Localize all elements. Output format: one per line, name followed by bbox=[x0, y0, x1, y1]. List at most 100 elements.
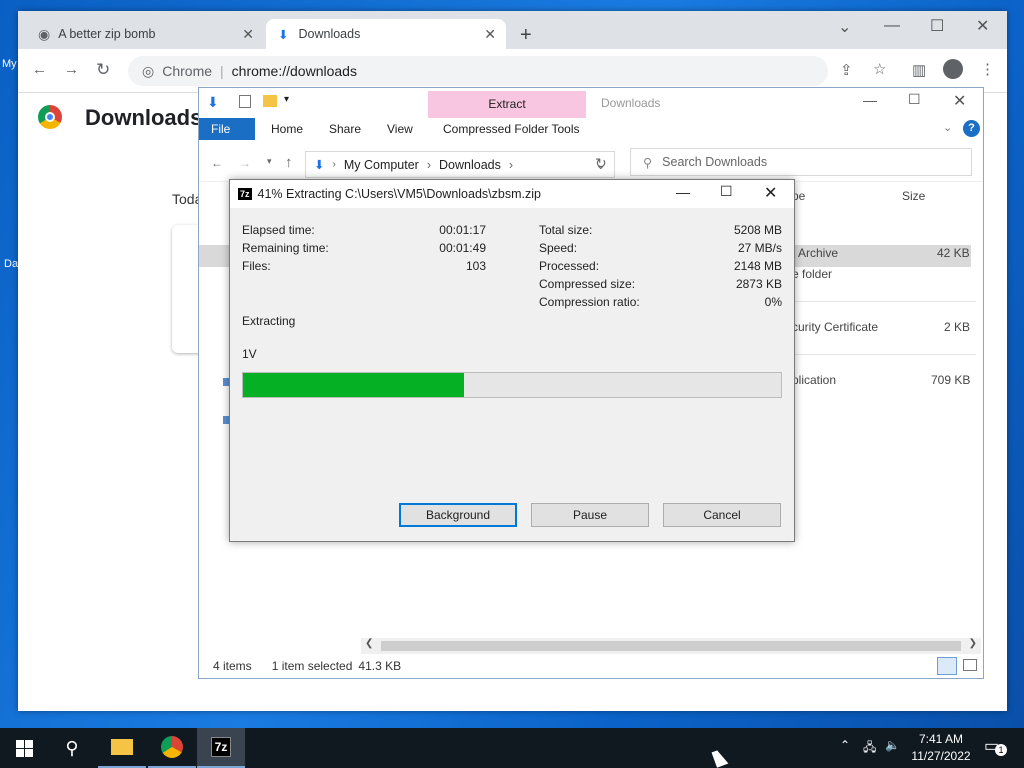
tab-strip: ◉ A better zip bomb ✕ ⬇ Downloads ✕ + ⌄ … bbox=[18, 11, 1007, 49]
compression-ratio-value: 0% bbox=[764, 295, 782, 309]
back-icon[interactable]: ← bbox=[32, 61, 47, 78]
taskbar-file-explorer[interactable] bbox=[98, 728, 146, 768]
close-window-icon[interactable]: ✕ bbox=[953, 91, 966, 111]
site-label: Chrome bbox=[162, 63, 213, 79]
tab-zip-bomb[interactable]: ◉ A better zip bomb ✕ bbox=[26, 19, 264, 49]
download-icon: ⬇ bbox=[278, 27, 289, 42]
bookmark-star-icon[interactable]: ☆ bbox=[873, 60, 886, 78]
clock[interactable]: 7:41 AM 11/27/2022 bbox=[904, 732, 978, 763]
details-view-icon[interactable] bbox=[937, 657, 957, 675]
dialog-titlebar: 7z 41% Extracting C:\Users\VM5\Downloads… bbox=[230, 180, 794, 208]
background-button[interactable]: Background bbox=[399, 503, 517, 527]
qat-dropdown-icon[interactable]: ▾ bbox=[284, 94, 289, 105]
back-icon[interactable]: ← bbox=[211, 156, 223, 170]
notification-center-button[interactable]: ▭ 1 bbox=[984, 736, 1010, 756]
desktop-icon-label[interactable]: My bbox=[2, 58, 17, 70]
processed-label: Processed: bbox=[539, 259, 600, 273]
minimize-icon[interactable]: — bbox=[884, 17, 900, 35]
separator: | bbox=[220, 63, 224, 79]
ribbon-expand-icon[interactable]: ⌄ bbox=[943, 121, 952, 134]
minimize-icon[interactable]: — bbox=[676, 184, 690, 200]
progress-fill bbox=[243, 373, 464, 397]
tab-downloads[interactable]: ⬇ Downloads ✕ bbox=[266, 19, 506, 49]
horizontal-scrollbar[interactable]: ❮ ❯ bbox=[361, 638, 981, 654]
scroll-thumb[interactable] bbox=[381, 641, 961, 651]
row-size: 42 KB bbox=[937, 246, 970, 260]
recent-dropdown-icon[interactable]: ▾ bbox=[267, 156, 272, 167]
chevron-right-icon: › bbox=[332, 159, 336, 170]
address-bar[interactable]: ⬇ › My Computer › Downloads › ⌄ bbox=[305, 151, 615, 178]
close-icon[interactable]: ✕ bbox=[484, 26, 496, 43]
maximize-icon[interactable]: ☐ bbox=[930, 16, 944, 36]
close-window-icon[interactable]: ✕ bbox=[764, 183, 777, 203]
forward-icon[interactable]: → bbox=[239, 156, 251, 170]
download-arrow-icon: ⬇ bbox=[314, 158, 325, 172]
close-window-icon[interactable]: ✕ bbox=[976, 16, 989, 36]
chrome-site-icon: ◎ bbox=[142, 62, 155, 79]
taskbar-7zip[interactable]: 7z bbox=[197, 728, 245, 768]
operation-status: Extracting bbox=[242, 314, 296, 328]
progress-bar bbox=[242, 372, 782, 398]
taskbar-chrome[interactable] bbox=[148, 728, 196, 768]
breadcrumb-downloads[interactable]: Downloads bbox=[439, 158, 501, 172]
ribbon-tab-home[interactable]: Home bbox=[259, 118, 315, 140]
chevron-right-icon: › bbox=[508, 157, 514, 172]
up-icon[interactable]: ↑ bbox=[285, 154, 293, 171]
ribbon-tab-compressed-tools[interactable]: Compressed Folder Tools bbox=[431, 118, 592, 140]
ribbon-tab-share[interactable]: Share bbox=[317, 118, 373, 140]
volume-icon[interactable]: 🔈 bbox=[885, 738, 900, 752]
close-icon[interactable]: ✕ bbox=[242, 26, 254, 43]
pause-button[interactable]: Pause bbox=[531, 503, 649, 527]
forward-icon[interactable]: → bbox=[64, 61, 79, 78]
tab-title: Downloads bbox=[298, 27, 361, 41]
menu-dots-icon[interactable]: ⋮ bbox=[980, 60, 995, 78]
ribbon-tab-view[interactable]: View bbox=[375, 118, 425, 140]
new-folder-icon[interactable] bbox=[263, 95, 277, 107]
column-header-size[interactable]: Size bbox=[902, 189, 925, 203]
extract-context-tab[interactable]: Extract bbox=[428, 91, 586, 118]
desktop-icon-label[interactable]: Da bbox=[4, 258, 18, 270]
share-icon[interactable]: ⇪ bbox=[840, 61, 853, 79]
compressed-size-label: Compressed size: bbox=[539, 277, 636, 291]
ribbon-tab-file[interactable]: File bbox=[199, 118, 255, 140]
profile-avatar[interactable] bbox=[943, 59, 963, 79]
row-divider bbox=[794, 301, 976, 302]
chrome-logo-icon bbox=[38, 105, 62, 129]
compression-ratio-label: Compression ratio: bbox=[539, 295, 640, 309]
remaining-value: 00:01:49 bbox=[439, 241, 486, 255]
search-button[interactable]: ⚲ bbox=[48, 728, 96, 768]
network-icon[interactable]: 🖧 bbox=[863, 738, 876, 759]
large-icons-view-icon[interactable] bbox=[963, 659, 977, 671]
maximize-icon[interactable]: ☐ bbox=[720, 183, 733, 200]
scroll-right-icon[interactable]: ❯ bbox=[969, 638, 977, 649]
tab-search-icon[interactable]: ⌄ bbox=[838, 17, 851, 37]
breadcrumb-my-computer[interactable]: My Computer bbox=[344, 158, 419, 172]
minimize-icon[interactable]: — bbox=[863, 92, 877, 108]
files-value: 103 bbox=[465, 259, 486, 273]
search-input[interactable]: ⚲ Search Downloads bbox=[630, 148, 972, 176]
omnibox[interactable]: ◎ Chrome | chrome://downloads bbox=[128, 56, 828, 86]
compressed-size-value: 2873 KB bbox=[735, 277, 782, 291]
chrome-icon bbox=[161, 736, 183, 758]
window-title: Downloads bbox=[601, 96, 661, 110]
new-tab-button[interactable]: + bbox=[520, 24, 532, 47]
help-icon[interactable]: ? bbox=[963, 120, 980, 137]
show-hidden-icons-icon[interactable]: ⌃ bbox=[840, 738, 850, 752]
start-button[interactable] bbox=[0, 728, 48, 768]
selection-count: 1 item selected bbox=[271, 659, 353, 673]
side-panel-icon[interactable]: ▥ bbox=[912, 61, 926, 79]
refresh-icon[interactable]: ↻ bbox=[595, 155, 607, 172]
7zip-icon: 7z bbox=[210, 737, 232, 757]
row-type: curity Certificate bbox=[792, 320, 879, 334]
speed-value: 27 MB/s bbox=[737, 241, 782, 255]
dialog-title: 41% Extracting C:\Users\VM5\Downloads\zb… bbox=[257, 187, 541, 201]
url-text: chrome://downloads bbox=[231, 63, 357, 79]
reload-icon[interactable]: ↻ bbox=[96, 60, 110, 80]
search-icon: ⚲ bbox=[643, 155, 653, 170]
maximize-icon[interactable]: ☐ bbox=[908, 91, 921, 108]
cancel-button[interactable]: Cancel bbox=[663, 503, 781, 527]
properties-icon[interactable] bbox=[239, 95, 251, 108]
scroll-left-icon[interactable]: ❮ bbox=[365, 638, 373, 649]
status-bar: 4 items 1 item selected 41.3 KB bbox=[199, 654, 983, 678]
row-type: Archive bbox=[798, 246, 839, 260]
